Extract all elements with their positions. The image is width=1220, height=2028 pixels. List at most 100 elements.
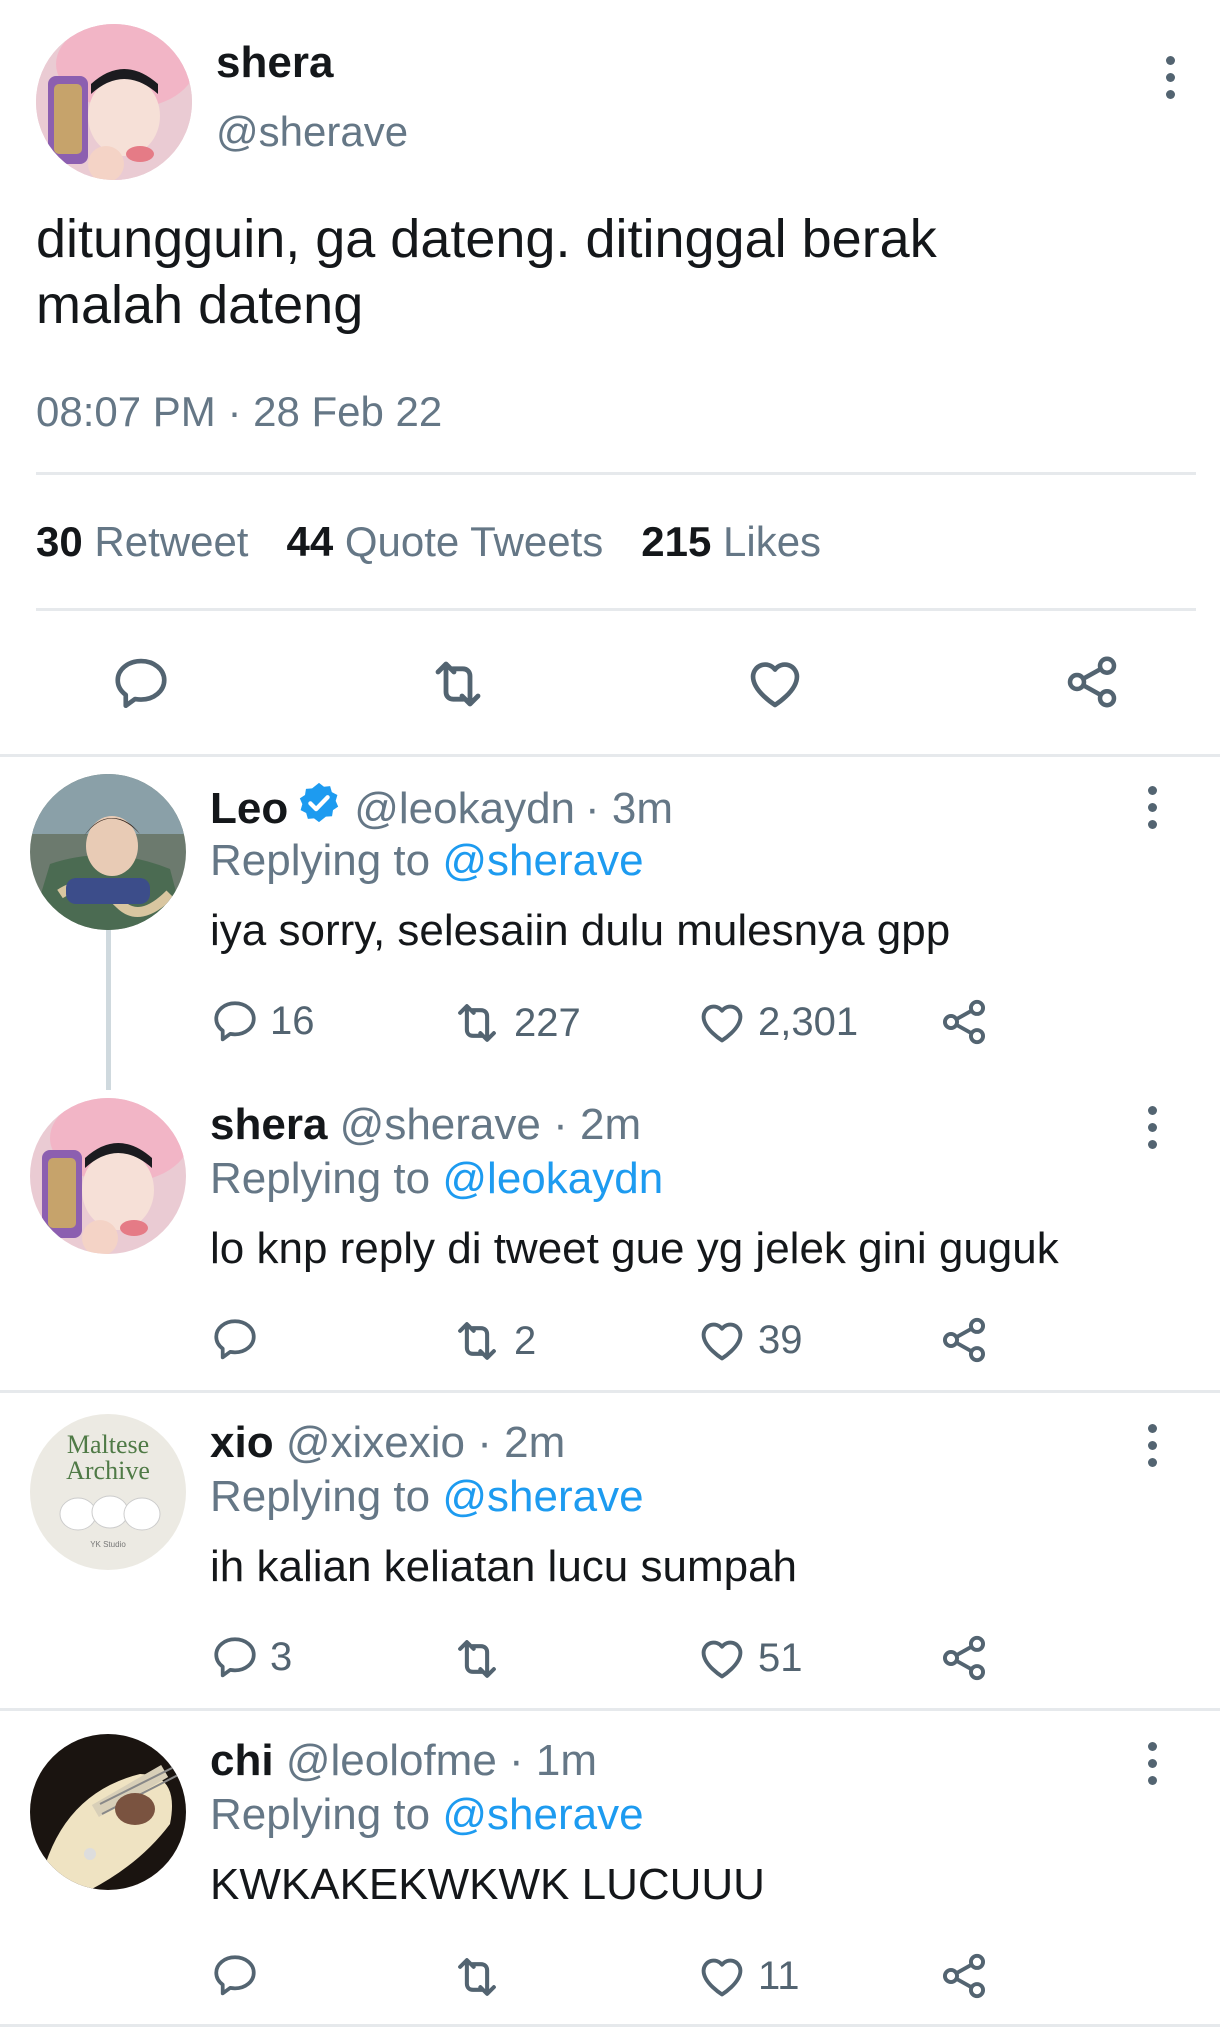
more-options-icon[interactable] [1164, 56, 1176, 99]
reply-header: shera @sherave · 2m [210, 1100, 641, 1150]
divider [0, 2024, 1220, 2027]
retweet-icon [450, 996, 504, 1050]
replying-to-handle[interactable]: @sherave [442, 836, 643, 885]
reply-text: lo knp reply di tweet gue yg jelek gini … [210, 1224, 1059, 1273]
like-action[interactable]: 39 [696, 1314, 803, 1366]
reply-count: 16 [270, 998, 315, 1043]
retweets-count: 30 [36, 518, 83, 565]
avatar[interactable] [30, 774, 186, 930]
retweet-action[interactable] [450, 1632, 514, 1686]
avatar[interactable] [30, 1734, 186, 1890]
replying-to-handle[interactable]: @sherave [442, 1790, 643, 1839]
replying-to: Replying to @leokaydn [210, 1154, 663, 1204]
reply-handle[interactable]: @xixexio [286, 1418, 465, 1467]
reply-icon[interactable] [110, 652, 172, 714]
reply-count: 3 [270, 1634, 293, 1679]
reply-text: ih kalian keliatan lucu sumpah [210, 1542, 798, 1591]
like-count: 11 [758, 1953, 800, 1998]
reply-icon [210, 1632, 260, 1682]
reply-header: chi @leolofme · 1m [210, 1736, 597, 1786]
share-icon[interactable] [1062, 652, 1122, 712]
tweet-timestamp: 08:07 PM · 28 Feb 22 [36, 388, 443, 435]
share-icon [938, 996, 990, 1048]
replying-to-handle[interactable]: @leokaydn [442, 1154, 663, 1203]
reply-action[interactable] [210, 1950, 270, 2000]
retweet-action[interactable]: 227 [450, 996, 581, 1050]
replying-to: Replying to @sherave [210, 1472, 644, 1522]
share-action[interactable] [938, 996, 990, 1048]
retweet-icon [450, 1950, 504, 2004]
like-icon [696, 1632, 748, 1684]
reply-time: · 3m [585, 783, 674, 833]
reply-handle[interactable]: @sherave [340, 1100, 541, 1149]
reply-time: · 2m [477, 1418, 566, 1467]
author-handle[interactable]: @sherave [216, 108, 408, 156]
replying-prefix: Replying to [210, 1790, 431, 1839]
replying-prefix: Replying to [210, 836, 431, 885]
reply-icon [210, 1950, 260, 2000]
like-action[interactable]: 51 [696, 1632, 803, 1684]
share-icon [938, 1950, 990, 2002]
share-action[interactable] [938, 1950, 990, 2002]
retweet-icon [450, 1632, 504, 1686]
more-options-icon[interactable] [1146, 1742, 1158, 1785]
avatar[interactable] [36, 24, 192, 180]
divider [0, 1390, 1220, 1393]
like-icon [696, 996, 748, 1048]
retweet-action[interactable]: 2 [450, 1314, 536, 1368]
share-action[interactable] [938, 1632, 990, 1684]
thread-line [106, 930, 111, 1090]
divider [0, 754, 1220, 757]
reply-display-name[interactable]: Leo [210, 784, 288, 834]
avatar[interactable]: Maltese Archive YK Studio [30, 1414, 186, 1570]
share-action[interactable] [938, 1314, 990, 1366]
quotes-label: Quote Tweets [344, 518, 604, 565]
likes-count: 215 [641, 518, 712, 565]
reply-text: iya sorry, selesaiin dulu mulesnya gpp [210, 906, 951, 955]
tweet-stats: 30 Retweet 44 Quote Tweets 215 Likes [36, 518, 821, 566]
reply-action[interactable]: 3 [210, 1632, 292, 1682]
replying-to: Replying to @sherave [210, 1790, 644, 1840]
divider [0, 1708, 1220, 1711]
retweets-stat[interactable]: 30 Retweet [36, 518, 248, 566]
reply-handle[interactable]: @leolofme [286, 1736, 497, 1785]
retweet-action[interactable] [450, 1950, 514, 2004]
quotes-count: 44 [286, 518, 334, 565]
reply-icon [210, 1314, 260, 1364]
retweet-icon [450, 1314, 504, 1368]
replying-prefix: Replying to [210, 1154, 431, 1203]
reply-display-name[interactable]: chi [210, 1736, 274, 1785]
share-icon [938, 1314, 990, 1366]
reply-action[interactable] [210, 1314, 270, 1364]
replying-to-handle[interactable]: @sherave [442, 1472, 643, 1521]
likes-stat[interactable]: 215 Likes [641, 518, 821, 566]
reply-header: Leo @leokaydn · 3m [210, 780, 673, 837]
replying-prefix: Replying to [210, 1472, 431, 1521]
like-icon[interactable] [744, 652, 806, 714]
share-icon [938, 1632, 990, 1684]
verified-badge-icon [296, 780, 342, 837]
reply-time: · 1m [509, 1736, 598, 1785]
like-icon [696, 1950, 748, 2002]
quotes-stat[interactable]: 44 Quote Tweets [286, 518, 603, 566]
like-count: 51 [758, 1635, 803, 1680]
more-options-icon[interactable] [1146, 1106, 1158, 1149]
reply-header: xio @xixexio · 2m [210, 1418, 565, 1468]
retweet-icon[interactable] [426, 652, 490, 716]
reply-handle[interactable]: @leokaydn [354, 784, 575, 834]
reply-icon [210, 996, 260, 1046]
like-icon [696, 1314, 748, 1366]
reply-display-name[interactable]: xio [210, 1418, 274, 1467]
divider [36, 472, 1196, 475]
tweet-text: ditungguin, ga dateng. ditinggal berak m… [36, 209, 937, 335]
like-action[interactable]: 11 [696, 1950, 800, 2002]
author-display-name[interactable]: shera [216, 38, 333, 88]
reply-time: · 2m [553, 1100, 642, 1149]
reply-action[interactable]: 16 [210, 996, 315, 1046]
avatar[interactable] [30, 1098, 186, 1254]
likes-label: Likes [723, 518, 822, 565]
more-options-icon[interactable] [1146, 786, 1158, 829]
reply-display-name[interactable]: shera [210, 1100, 327, 1149]
like-action[interactable]: 2,301 [696, 996, 858, 1048]
more-options-icon[interactable] [1146, 1424, 1158, 1467]
